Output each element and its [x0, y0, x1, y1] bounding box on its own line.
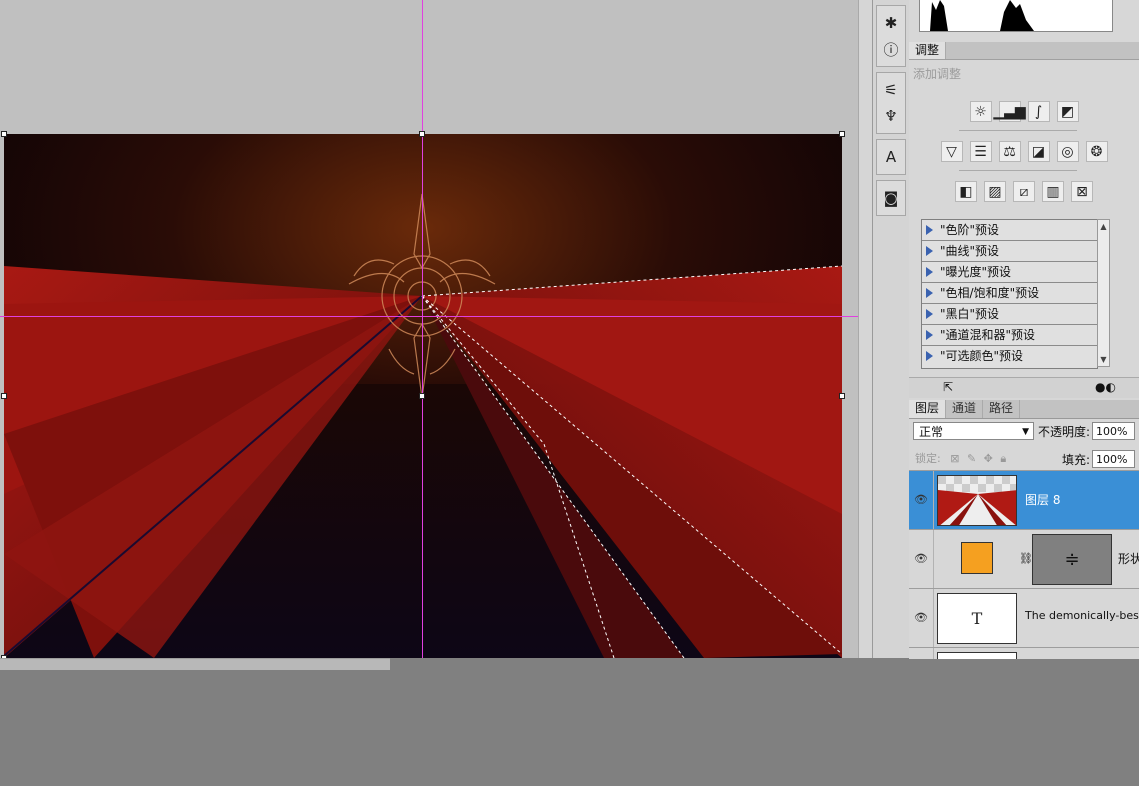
- transform-handle[interactable]: [1, 131, 7, 137]
- preset-item[interactable]: "通道混和器"预设: [922, 325, 1097, 346]
- fill-field[interactable]: 100%: [1092, 450, 1135, 468]
- vibrance-icon[interactable]: ▽: [940, 141, 963, 162]
- workspace-background: [0, 670, 1139, 786]
- preset-item[interactable]: "色相/饱和度"预设: [922, 283, 1097, 304]
- layers-tabbar: 图层 通道 路径: [909, 400, 1139, 419]
- tab-channels[interactable]: 通道: [946, 400, 984, 418]
- transform-handle[interactable]: [839, 131, 845, 137]
- transform-handle[interactable]: [419, 131, 425, 137]
- layer-name[interactable]: The demonically-besiege: [1025, 609, 1139, 622]
- transform-center-point[interactable]: [419, 393, 425, 399]
- layer-name[interactable]: 形状: [1118, 550, 1139, 567]
- presets-scrollbar[interactable]: ▲ ▼: [1097, 219, 1110, 367]
- eye-icon[interactable]: 👁︎: [913, 491, 929, 507]
- color-balance-icon[interactable]: ⚖: [998, 141, 1021, 162]
- opacity-field[interactable]: 100%: [1092, 422, 1135, 440]
- selective-color-icon[interactable]: ⊠: [1071, 181, 1093, 202]
- channel-mixer-icon[interactable]: ❂: [1085, 141, 1108, 162]
- vector-mask-thumbnail[interactable]: ≑: [1032, 534, 1112, 585]
- curves-icon[interactable]: ∫: [1027, 101, 1050, 122]
- levels-icon[interactable]: ▁▃▆: [993, 101, 1026, 122]
- divider: [933, 589, 934, 647]
- transform-handle[interactable]: [1, 393, 7, 399]
- navigator-icon[interactable]: ✱: [879, 11, 903, 35]
- tab-adjustments[interactable]: 调整: [909, 42, 947, 59]
- link-icon[interactable]: ⛓: [1019, 552, 1033, 565]
- preset-item[interactable]: "可选颜色"预设: [922, 346, 1097, 366]
- preset-item[interactable]: "色阶"预设: [922, 220, 1097, 241]
- opacity-label: 不透明度:: [1038, 425, 1091, 439]
- adjustments-footer: ⇱ ●◐: [909, 377, 1139, 398]
- black-white-icon[interactable]: ◪: [1027, 141, 1050, 162]
- tool-presets-icon[interactable]: ⚟: [879, 78, 903, 102]
- layer-row[interactable]: [909, 647, 1139, 659]
- character-icon[interactable]: A: [879, 145, 903, 169]
- lock-image-icon[interactable]: ✎: [967, 452, 976, 465]
- posterize-icon[interactable]: ▨: [984, 181, 1006, 202]
- layer-row[interactable]: 👁︎ 图层 8: [909, 470, 1139, 529]
- tab-layers[interactable]: 图层: [909, 400, 947, 418]
- masks-icon[interactable]: ◙: [879, 186, 903, 210]
- divider: [959, 130, 1077, 131]
- eye-icon[interactable]: 👁︎: [913, 609, 929, 625]
- blend-mode-select[interactable]: 正常 ▼: [913, 422, 1034, 440]
- adjustment-row-1: ☼ ▁▃▆ ∫ ◩: [909, 101, 1139, 122]
- text-layer-glyph: T: [971, 609, 983, 628]
- horizontal-guide[interactable]: [0, 316, 858, 317]
- lock-transparent-icon[interactable]: ⊠: [950, 452, 959, 465]
- brightness-contrast-icon[interactable]: ☼: [969, 101, 992, 122]
- panel-dock-strip: ✱ ⓘ ⚟ ♆ A ◙: [872, 0, 910, 658]
- add-adjustment-label: 添加调整: [913, 67, 962, 81]
- vertical-guide[interactable]: [422, 0, 423, 658]
- threshold-icon[interactable]: ⧄: [1013, 181, 1035, 202]
- scroll-up-icon[interactable]: ▲: [1098, 222, 1109, 231]
- brushes-icon[interactable]: ♆: [879, 104, 903, 128]
- layer-thumbnail: [937, 652, 1017, 659]
- preset-item[interactable]: "曝光度"预设: [922, 262, 1097, 283]
- lock-position-icon[interactable]: ✥: [984, 452, 993, 465]
- chevron-down-icon: ▼: [1022, 427, 1029, 437]
- photo-filter-icon[interactable]: ◎: [1056, 141, 1079, 162]
- vertical-scrollbar[interactable]: [858, 0, 873, 658]
- return-to-list-icon[interactable]: ⇱: [943, 380, 953, 394]
- adjustment-row-3: ◧ ▨ ⧄ ▥ ⊠: [909, 181, 1139, 202]
- gradient-map-icon[interactable]: ▥: [1042, 181, 1064, 202]
- document-canvas-area[interactable]: [0, 0, 858, 658]
- adjustments-tabbar: 调整: [909, 42, 1139, 60]
- hue-saturation-icon[interactable]: ☰: [969, 141, 992, 162]
- text-layer-thumbnail: T: [937, 593, 1017, 644]
- scroll-down-icon[interactable]: ▼: [1098, 355, 1109, 364]
- exposure-icon[interactable]: ◩: [1056, 101, 1079, 122]
- info-icon[interactable]: ⓘ: [879, 37, 903, 61]
- right-panels: 调整 添加调整 ☼ ▁▃▆ ∫ ◩ ▽ ☰ ⚖ ◪ ◎ ❂ ◧ ▨ ⧄ ▥ ⊠ …: [909, 0, 1139, 659]
- layer-name[interactable]: 图层 8: [1025, 491, 1060, 508]
- layer-row[interactable]: 👁︎ T The demonically-besiege: [909, 588, 1139, 647]
- adjustment-presets-list: "色阶"预设 "曲线"预设 "曝光度"预设 "色相/饱和度"预设 "黑白"预设 …: [921, 219, 1098, 369]
- shape-fill-swatch[interactable]: [961, 542, 993, 574]
- transform-handle[interactable]: [839, 393, 845, 399]
- blend-mode-value: 正常: [919, 425, 944, 439]
- clip-to-layer-icon[interactable]: ●◐: [1095, 380, 1116, 394]
- layer-thumbnail: [937, 475, 1017, 526]
- eye-icon[interactable]: 👁︎: [913, 550, 929, 566]
- divider: [933, 648, 934, 659]
- invert-icon[interactable]: ◧: [955, 181, 977, 202]
- divider: [959, 170, 1077, 171]
- preset-item[interactable]: "黑白"预设: [922, 304, 1097, 325]
- divider: [933, 530, 934, 588]
- histogram-graph: [919, 0, 1113, 32]
- tab-paths[interactable]: 路径: [983, 400, 1021, 418]
- lock-all-icon[interactable]: 🔒︎: [1000, 452, 1006, 465]
- preset-item[interactable]: "曲线"预设: [922, 241, 1097, 262]
- divider: [933, 471, 934, 529]
- adjustment-row-2: ▽ ☰ ⚖ ◪ ◎ ❂: [909, 141, 1139, 162]
- layer-row[interactable]: 👁︎ ⛓ ≑ 形状: [909, 529, 1139, 588]
- lock-row: 锁定: ⊠ ✎ ✥ 🔒︎: [915, 450, 1006, 466]
- fill-label: 填充:: [1062, 453, 1091, 467]
- lock-label: 锁定:: [915, 452, 941, 465]
